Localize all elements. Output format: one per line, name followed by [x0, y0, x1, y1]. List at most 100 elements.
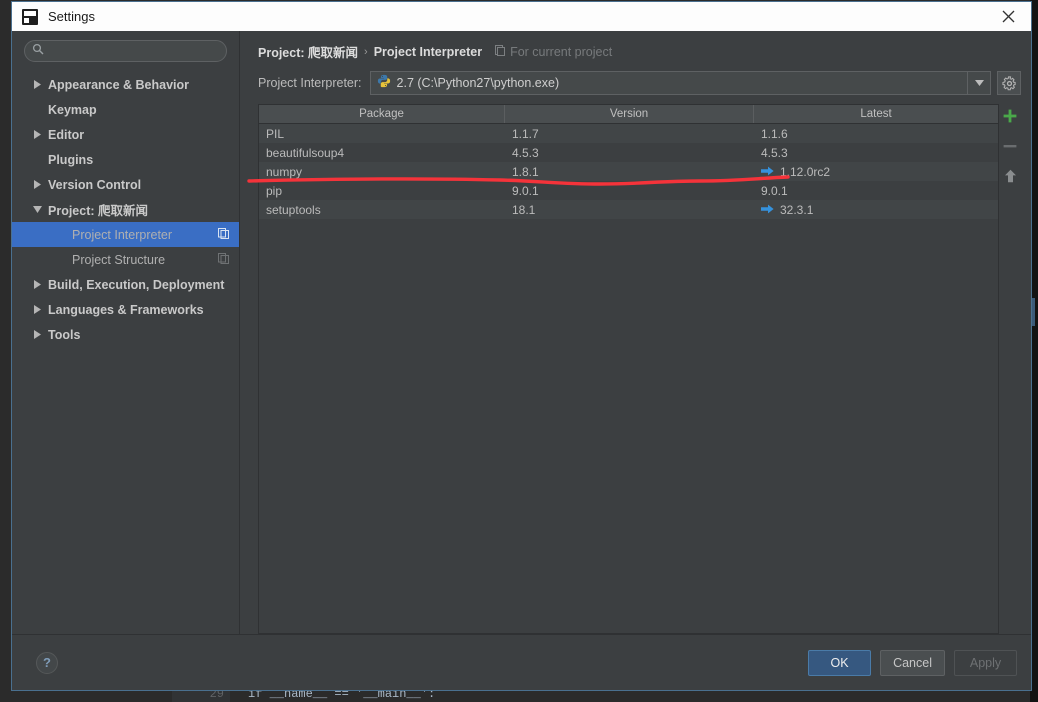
- packages-region: Package Version Latest PIL 1.1.7 1.1.6 beau…: [258, 104, 1021, 634]
- sidebar-item-project-structure[interactable]: Project Structure: [12, 247, 239, 272]
- packages-table: Package Version Latest PIL 1.1.7 1.1.6 beau…: [258, 104, 999, 634]
- sidebar-item-label: Plugins: [48, 152, 94, 167]
- cancel-button[interactable]: Cancel: [880, 649, 945, 676]
- dialog-body: Appearance & Behavior Keymap Editor Plugins…: [12, 31, 1031, 634]
- breadcrumb-separator: ›: [364, 45, 368, 58]
- interpreter-combobox[interactable]: 2.7 (C:\Python27\python.exe): [369, 71, 991, 95]
- sidebar-item-editor[interactable]: Editor: [12, 122, 239, 147]
- sidebar-item-languages-frameworks[interactable]: Languages & Frameworks: [12, 297, 239, 322]
- sidebar-item-label: Project Structure: [72, 252, 166, 267]
- sidebar-item-label: Build, Execution, Deployment: [48, 277, 225, 292]
- settings-content: Project: 爬取新闻 › Project Interpreter For …: [240, 31, 1031, 634]
- copy-icon: [218, 252, 229, 267]
- sidebar-item-label: Tools: [48, 327, 81, 342]
- chevron-down-icon[interactable]: [967, 72, 990, 94]
- chevron-right-icon[interactable]: [30, 305, 44, 314]
- sidebar-item-build-execution-deployment[interactable]: Build, Execution, Deployment: [12, 272, 239, 297]
- add-package-button[interactable]: [1001, 107, 1019, 125]
- cell-package: PIL: [266, 126, 285, 141]
- cell-package: pip: [266, 183, 283, 198]
- cell-latest-text: 9.0.1: [761, 183, 788, 198]
- interpreter-value: 2.7 (C:\Python27\python.exe): [396, 76, 560, 90]
- sidebar-item-label: Keymap: [48, 102, 97, 117]
- chevron-right-icon[interactable]: [30, 80, 44, 89]
- packages-table-body: PIL 1.1.7 1.1.6 beautifulsoup4 4.5.3 4.5.3 num…: [259, 124, 998, 633]
- cell-version: 18.1: [512, 202, 536, 217]
- packages-toolbar: [999, 104, 1021, 634]
- close-icon[interactable]: [985, 2, 1031, 31]
- table-row[interactable]: PIL 1.1.7 1.1.6: [259, 124, 998, 143]
- breadcrumb-page: Project Interpreter: [373, 44, 483, 59]
- dialog-footer: ? OK Cancel Apply: [12, 634, 1031, 690]
- upgrade-arrow-icon[interactable]: [761, 203, 774, 217]
- chevron-right-icon[interactable]: [30, 330, 44, 339]
- search-box[interactable]: [24, 40, 227, 62]
- cell-latest: 32.3.1: [754, 203, 998, 217]
- table-row[interactable]: numpy 1.8.1 1.12.0rc2: [259, 162, 998, 181]
- gear-icon[interactable]: [997, 71, 1021, 95]
- sidebar-item-project[interactable]: Project: 爬取新闻: [12, 197, 239, 222]
- column-header-version[interactable]: Version: [505, 105, 754, 123]
- cell-version: 4.5.3: [512, 145, 539, 160]
- cell-latest-text: 1.1.6: [761, 126, 788, 141]
- sidebar-item-label: Project: 爬取新闻: [48, 204, 149, 218]
- dialog-button-group: OK Cancel Apply: [808, 649, 1017, 676]
- settings-sidebar: Appearance & Behavior Keymap Editor Plugins…: [12, 31, 240, 634]
- column-header-package[interactable]: Package: [259, 105, 505, 123]
- window-title: Settings: [48, 9, 95, 24]
- chevron-right-icon[interactable]: [30, 130, 44, 139]
- python-icon: [377, 74, 391, 93]
- breadcrumb: Project: 爬取新闻 › Project Interpreter For …: [250, 31, 1021, 66]
- breadcrumb-project[interactable]: Project: 爬取新闻: [258, 42, 358, 61]
- cell-package: setuptools: [266, 202, 321, 217]
- remove-package-button: [1001, 137, 1019, 155]
- search-icon: [32, 42, 44, 60]
- cell-latest: 4.5.3: [754, 146, 998, 160]
- sidebar-item-label: Languages & Frameworks: [48, 302, 204, 317]
- cell-latest: 1.1.6: [754, 127, 998, 141]
- cell-version: 1.1.7: [512, 126, 539, 141]
- sidebar-item-label: Appearance & Behavior: [48, 77, 190, 92]
- upgrade-arrow-icon[interactable]: [761, 165, 774, 179]
- sidebar-item-plugins[interactable]: Plugins: [12, 147, 239, 172]
- settings-dialog: Settings Appearance & Behavior Keymap Edit…: [11, 1, 1032, 691]
- sidebar-item-version-control[interactable]: Version Control: [12, 172, 239, 197]
- chevron-down-icon[interactable]: [30, 206, 44, 213]
- interpreter-row: Project Interpreter: 2.7 (C:\Python27\py…: [250, 66, 1021, 100]
- sidebar-item-label: Project Interpreter: [72, 227, 173, 242]
- cell-latest: 1.12.0rc2: [754, 165, 998, 179]
- sidebar-item-appearance-behavior[interactable]: Appearance & Behavior: [12, 72, 239, 97]
- sidebar-item-keymap[interactable]: Keymap: [12, 97, 239, 122]
- copy-icon: [218, 227, 229, 242]
- table-row[interactable]: pip 9.0.1 9.0.1: [259, 181, 998, 200]
- table-row[interactable]: setuptools 18.1 32.3.1: [259, 200, 998, 219]
- packages-table-header: Package Version Latest: [259, 105, 998, 124]
- table-row[interactable]: beautifulsoup4 4.5.3 4.5.3: [259, 143, 998, 162]
- cell-latest-text: 4.5.3: [761, 145, 788, 160]
- interpreter-label: Project Interpreter:: [258, 76, 362, 90]
- pycharm-icon: [22, 8, 38, 25]
- title-bar: Settings: [12, 2, 1031, 31]
- cell-latest-text: 1.12.0rc2: [780, 164, 831, 179]
- sidebar-item-label: Editor: [48, 127, 85, 142]
- cell-latest-text: 32.3.1: [780, 202, 814, 217]
- sidebar-item-tools[interactable]: Tools: [12, 322, 239, 347]
- sidebar-item-label: Version Control: [48, 177, 142, 192]
- chevron-right-icon[interactable]: [30, 180, 44, 189]
- search-input[interactable]: [44, 42, 226, 60]
- cell-version: 9.0.1: [512, 183, 539, 198]
- ok-button[interactable]: OK: [808, 649, 872, 676]
- cell-latest: 9.0.1: [754, 184, 998, 198]
- upgrade-package-button: [1001, 167, 1019, 185]
- for-current-project-icon: [494, 44, 506, 59]
- apply-button: Apply: [954, 649, 1017, 676]
- cell-package: numpy: [266, 164, 303, 179]
- breadcrumb-note: For current project: [510, 44, 613, 59]
- cell-version: 1.8.1: [512, 164, 539, 179]
- help-button[interactable]: ?: [36, 651, 58, 674]
- chevron-right-icon[interactable]: [30, 280, 44, 289]
- cell-package: beautifulsoup4: [266, 145, 345, 160]
- sidebar-item-project-interpreter[interactable]: Project Interpreter: [12, 222, 239, 247]
- column-header-latest[interactable]: Latest: [754, 105, 998, 123]
- settings-tree: Appearance & Behavior Keymap Editor Plugins…: [12, 72, 239, 347]
